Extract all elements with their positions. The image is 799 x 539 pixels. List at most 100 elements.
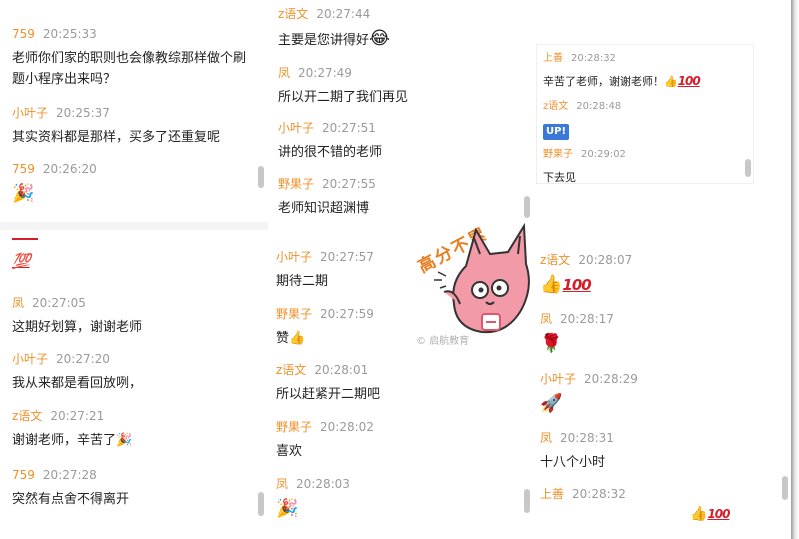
timestamp: 20:28:03	[296, 477, 350, 491]
chat-message: 小叶子 20:27:20 我从来都是看回放咧，	[12, 351, 264, 392]
timestamp: 20:28:31	[560, 431, 614, 445]
watermark: © 启航教育	[416, 336, 470, 347]
scrollbar[interactable]	[258, 492, 264, 516]
timestamp: 20:28:07	[578, 253, 633, 267]
message-text-content: 主要是您讲得好	[278, 33, 370, 48]
message-emoji: 👍100	[540, 274, 792, 296]
message-text: 喜欢	[276, 444, 303, 459]
chat-message: 凤 20:28:17 🌹	[540, 311, 792, 355]
hundred-points-icon: 100	[707, 507, 730, 521]
username: 小叶子	[540, 372, 577, 386]
message-emoji: 👍100	[690, 506, 731, 522]
chat-panel-right-lower: z语文 20:28:07 👍100 凤 20:28:17 🌹 小叶子 20:28:29…	[534, 246, 792, 536]
message-text: 题小程序出来吗？	[12, 72, 117, 87]
scrollbar[interactable]	[524, 489, 530, 513]
username: 野果子	[543, 149, 573, 160]
chat-message: z语文 20:28:48 UP!	[543, 99, 753, 140]
username: 野果子	[276, 420, 313, 434]
username: 上善	[540, 487, 565, 501]
username: 凤	[540, 312, 553, 326]
username: 野果子	[276, 307, 313, 321]
username: z语文	[276, 363, 307, 377]
message-text: 讲的很不错的老师	[278, 145, 383, 160]
message-text: 所以开二期了我们再见	[278, 90, 409, 105]
username: 759	[12, 468, 35, 482]
message-text-content: 辛苦了老师，谢谢老师！	[543, 75, 664, 88]
username: 凤	[12, 296, 25, 310]
timestamp: 20:27:28	[42, 468, 97, 482]
timestamp: 20:28:32	[572, 487, 626, 501]
scrollbar[interactable]	[745, 159, 751, 177]
timestamp: 20:27:59	[320, 307, 374, 321]
message-text-content: 赞	[276, 331, 290, 346]
timestamp: 20:27:20	[56, 352, 110, 366]
username: 759	[12, 162, 35, 176]
message-text: 其实资料都是那样，买多了还重复呢	[12, 130, 221, 145]
username: 759	[12, 27, 35, 41]
timestamp: 20:28:01	[314, 363, 369, 377]
timestamp: 20:28:48	[576, 101, 622, 112]
message-text: 下去见	[543, 171, 576, 184]
chat-message: 小叶子 20:28:29 🚀	[540, 371, 792, 415]
timestamp: 20:27:51	[322, 121, 376, 135]
scrollbar[interactable]	[782, 476, 788, 500]
username: 凤	[276, 477, 289, 491]
chat-message: 野果子 20:29:02 下去见	[543, 147, 753, 184]
username: 小叶子	[12, 352, 49, 366]
timestamp: 20:27:57	[320, 250, 374, 264]
chat-panel-right-upper: 上善 20:28:32 辛苦了老师，谢谢老师！👍100 z语文 20:28:48 U…	[536, 44, 754, 184]
chat-message: 小叶子 20:25:37 其实资料都是那样，买多了还重复呢	[12, 105, 264, 146]
chat-message: z语文 20:28:01 所以赶紧开二期吧	[276, 362, 534, 403]
chat-message: 上善 20:28:32 辛苦了老师，谢谢老师！👍100	[543, 51, 753, 90]
username: 小叶子	[12, 106, 49, 120]
message-text: 主要是您讲得好😂	[278, 30, 534, 49]
timestamp: 20:29:02	[581, 149, 626, 160]
chat-message: 759 20:27:28 突然有点舍不得离开	[12, 467, 264, 508]
scrollbar[interactable]	[258, 166, 264, 188]
timestamp: 20:27:55	[322, 177, 376, 191]
username: z语文	[12, 409, 43, 423]
message-text: 这期好划算，谢谢老师	[12, 320, 143, 335]
username: z语文	[543, 101, 569, 112]
timestamp: 20:28:29	[584, 372, 638, 386]
message-text: 老师你们家的职则也会像教综那样做个刷	[12, 51, 247, 66]
chat-panel-left-lower: 💯 凤 20:27:05 这期好划算，谢谢老师 小叶子 20:27:20 我从来都是…	[6, 232, 264, 532]
thumbs-up-icon: 👍	[690, 506, 708, 522]
username: z语文	[540, 253, 571, 267]
chat-message: 凤 20:27:05 这期好划算，谢谢老师	[12, 295, 264, 336]
chat-message: 759 20:26:20 🎉	[12, 161, 264, 205]
chat-message: z语文 20:27:21 谢谢老师，辛苦了🎉	[12, 408, 264, 449]
username: 凤	[278, 66, 291, 80]
chat-message: 💯	[12, 252, 264, 270]
window-edge	[791, 0, 799, 539]
divider	[0, 222, 268, 230]
username: z语文	[278, 7, 309, 21]
chat-message: z语文 20:27:44 主要是您讲得好😂	[278, 6, 534, 49]
timestamp: 20:27:44	[316, 7, 371, 21]
username: 上善	[543, 53, 563, 64]
hundred-points-icon: 100	[677, 74, 701, 88]
party-popper-icon: 🎉	[116, 433, 133, 448]
chat-message: 凤 20:28:03 🎉	[276, 476, 534, 520]
username: 小叶子	[276, 250, 313, 264]
username: 小叶子	[278, 121, 315, 135]
chat-panel-middle: z语文 20:27:44 主要是您讲得好😂 凤 20:27:49 所以开二期了我们再…	[272, 0, 534, 225]
message-text: 我从来都是看回放咧，	[12, 376, 143, 391]
chat-message: z语文 20:28:07 👍100	[540, 252, 792, 296]
timestamp: 20:27:05	[32, 296, 86, 310]
chat-message: 凤 20:27:49 所以开二期了我们再见	[278, 65, 534, 106]
rocket-icon: 🚀	[540, 393, 563, 414]
message-text-content: 谢谢老师，辛苦了	[12, 433, 117, 448]
party-popper-icon: 🎉	[276, 498, 299, 519]
cat-sticker: 高分不累 © 启航教育	[408, 208, 540, 347]
hundred-points-icon: 💯	[12, 252, 31, 270]
chat-message: 上善 20:28:32 👍100	[540, 486, 792, 522]
message-text: 十八个小时	[540, 455, 606, 470]
username: 野果子	[278, 177, 315, 191]
chat-message: 野果子 20:28:02 喜欢	[276, 419, 534, 460]
hundred-points-icon: 100	[562, 276, 591, 294]
timestamp: 20:28:32	[571, 53, 616, 64]
chat-message: 凤 20:28:31 十八个小时	[540, 430, 792, 471]
thumbs-up-icon: 👍	[540, 274, 563, 295]
up-badge-icon: UP!	[543, 124, 570, 140]
